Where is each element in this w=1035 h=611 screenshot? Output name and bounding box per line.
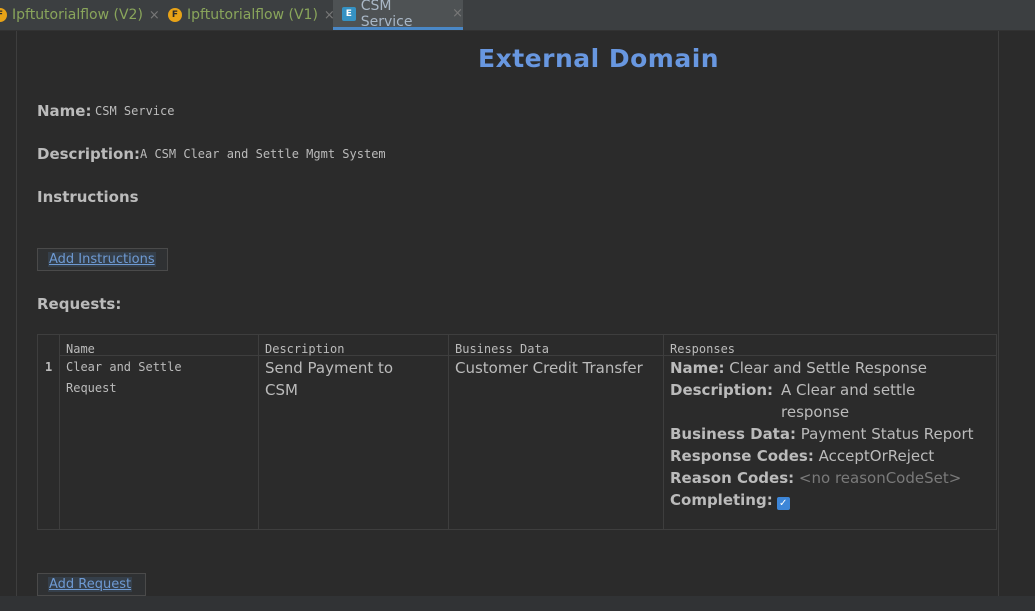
tab-label: Ipftutorialflow (V1) — [187, 7, 318, 23]
editor-tab-bar: F Ipftutorialflow (V2) × F Ipftutorialfl… — [0, 0, 1035, 31]
request-desc-line2: CSM — [265, 381, 298, 399]
header-name: Name — [66, 342, 95, 356]
response-business-data-label: Business Data: — [670, 425, 796, 443]
response-name-row[interactable]: Name: Clear and Settle Response — [670, 357, 995, 379]
description-value[interactable]: A CSM Clear and Settle Mgmt System — [140, 147, 386, 161]
flow-file-icon: F — [0, 8, 7, 22]
name-label: Name: — [37, 102, 92, 120]
column-divider — [663, 335, 664, 529]
external-domain-icon: E — [342, 6, 356, 21]
reason-codes-value[interactable]: <no reasonCodeSet> — [799, 469, 961, 487]
request-name-line2: Request — [66, 381, 117, 395]
request-name-line1: Clear and Settle — [66, 360, 182, 374]
response-description-label: Description: — [670, 381, 774, 399]
request-description-cell[interactable]: Send Payment to CSM — [265, 357, 393, 401]
add-request-label: Add Request — [48, 577, 133, 592]
flow-file-icon: F — [168, 8, 182, 22]
add-request-button[interactable]: Add Request — [37, 573, 146, 596]
header-description: Description — [265, 342, 345, 356]
page-title: External Domain — [478, 44, 720, 73]
reason-codes-row[interactable]: Reason Codes: <no reasonCodeSet> — [670, 467, 995, 489]
column-divider — [59, 335, 60, 529]
request-name-cell[interactable]: Clear and Settle Request — [66, 357, 182, 399]
instructions-label: Instructions — [37, 188, 139, 206]
requests-label: Requests: — [37, 295, 122, 313]
completing-label: Completing: — [670, 491, 773, 509]
add-instructions-button[interactable]: Add Instructions — [37, 248, 168, 271]
header-business-data: Business Data — [455, 342, 549, 356]
tab-label: Ipftutorialflow (V2) — [12, 7, 143, 23]
close-icon[interactable]: × — [452, 6, 463, 21]
header-responses: Responses — [670, 342, 736, 356]
bottom-strip — [0, 596, 1035, 611]
row-index: 1 — [45, 360, 53, 374]
response-name-label: Name: — [670, 359, 725, 377]
request-business-data-cell[interactable]: Customer Credit Transfer — [455, 357, 643, 379]
response-codes-label: Response Codes: — [670, 447, 814, 465]
add-instructions-label: Add Instructions — [48, 252, 156, 267]
close-icon[interactable]: × — [149, 8, 160, 23]
response-desc-line2: response — [781, 403, 850, 421]
tab-label: CSM Service — [360, 0, 413, 30]
response-codes-value[interactable]: AcceptOrReject — [819, 447, 935, 465]
response-desc-line1: A Clear and settle — [781, 381, 916, 399]
name-value[interactable]: CSM Service — [95, 104, 174, 118]
response-business-data-row[interactable]: Business Data: Payment Status Report — [670, 423, 995, 445]
response-codes-row[interactable]: Response Codes: AcceptOrReject — [670, 445, 995, 467]
tab-csm-service[interactable]: E CSM Service × — [333, 0, 463, 30]
tab-ipftutorialflow-v1[interactable]: F Ipftutorialflow (V1) × — [168, 0, 335, 30]
response-cell: Name: Clear and Settle Response Descript… — [670, 357, 995, 511]
response-name-value[interactable]: Clear and Settle Response — [729, 359, 927, 377]
requests-table: Name Description Business Data Responses… — [37, 334, 997, 530]
column-divider — [258, 335, 259, 529]
tab-ipftutorialflow-v2[interactable]: F Ipftutorialflow (V2) × — [0, 0, 160, 30]
completing-row: Completing: ✓ — [670, 489, 995, 511]
column-divider — [448, 335, 449, 529]
description-label: Description: — [37, 145, 141, 163]
request-desc-line1: Send Payment to — [265, 359, 394, 377]
response-business-data-value[interactable]: Payment Status Report — [801, 425, 974, 443]
completing-checkbox[interactable]: ✓ — [776, 497, 790, 510]
response-description-row[interactable]: Description: A Clear and settle response — [670, 379, 995, 423]
reason-codes-label: Reason Codes: — [670, 469, 795, 487]
